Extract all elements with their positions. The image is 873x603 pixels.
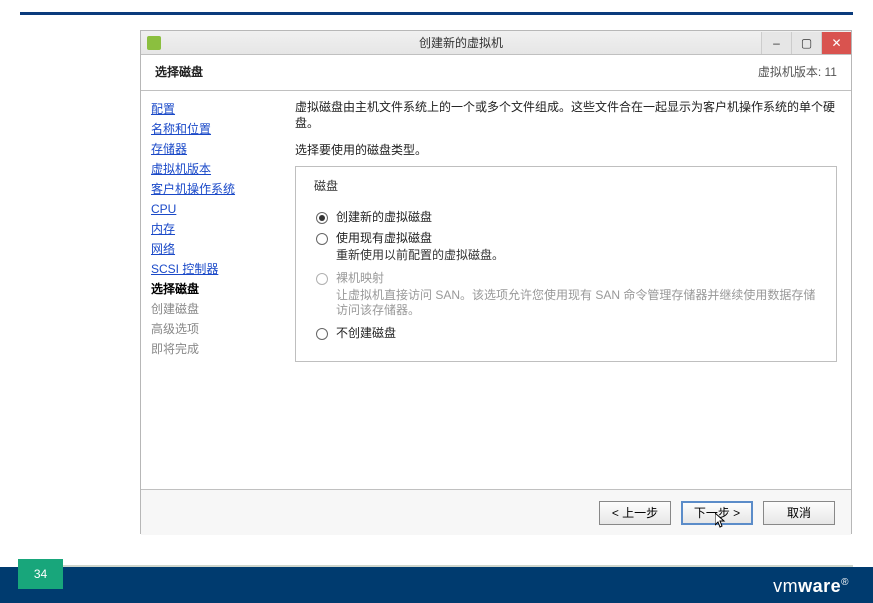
radio-label: 创建新的虚拟磁盘 [336,210,432,225]
next-button-label: 下一步 > [694,506,740,520]
radio-icon [316,233,328,245]
app-icon [147,36,161,50]
wizard-footer: < 上一步 下一步 > 取消 [141,489,851,535]
description-text: 虚拟磁盘由主机文件系统上的一个或多个文件组成。这些文件合在一起显示为客户机操作系… [295,99,837,131]
content-pane: 虚拟磁盘由主机文件系统上的一个或多个文件组成。这些文件合在一起显示为客户机操作系… [281,91,851,489]
maximize-button[interactable]: ▢ [791,32,821,54]
vmware-logo: vmware® [773,576,849,597]
slide-page-number: 34 [18,559,63,589]
minimize-button[interactable]: – [761,32,791,54]
sidebar-item-name[interactable]: 名称和位置 [147,119,275,139]
cancel-button[interactable]: 取消 [763,501,835,525]
slide-footer-bar: vmware® [0,567,873,603]
radio-label: 不创建磁盘 [336,326,396,341]
radio-create-new[interactable]: 创建新的虚拟磁盘 [316,210,822,225]
radio-icon [316,273,328,285]
radio-subtext: 重新使用以前配置的虚拟磁盘。 [336,248,822,263]
sidebar-item-vmversion[interactable]: 虚拟机版本 [147,159,275,179]
radio-label: 裸机映射 [336,271,384,286]
back-button[interactable]: < 上一步 [599,501,671,525]
wizard-steps-sidebar: 配置 名称和位置 存储器 虚拟机版本 客户机操作系统 CPU 内存 网络 SCS… [141,91,281,489]
close-button[interactable]: ✕ [821,32,851,54]
sidebar-item-cpu[interactable]: CPU [147,199,275,219]
groupbox-title: 磁盘 [310,177,342,194]
disk-groupbox: 磁盘 创建新的虚拟磁盘 使用现有虚拟磁盘 重新使用以前配置的虚拟磁盘。 裸机映射… [295,166,837,362]
sidebar-item-storage[interactable]: 存储器 [147,139,275,159]
sidebar-item-scsi[interactable]: SCSI 控制器 [147,259,275,279]
radio-label: 使用现有虚拟磁盘 [336,231,432,246]
radio-icon [316,212,328,224]
wizard-header: 选择磁盘 虚拟机版本: 11 [141,55,851,91]
next-button[interactable]: 下一步 > [681,501,753,525]
window-buttons: – ▢ ✕ [761,32,851,54]
dialog: 创建新的虚拟机 – ▢ ✕ 选择磁盘 虚拟机版本: 11 配置 名称和位置 存储… [140,30,852,534]
top-divider [20,12,853,15]
sidebar-item-memory[interactable]: 内存 [147,219,275,239]
titlebar: 创建新的虚拟机 – ▢ ✕ [141,31,851,55]
instruction-text: 选择要使用的磁盘类型。 [295,141,837,158]
radio-no-disk[interactable]: 不创建磁盘 [316,326,822,341]
brand-light: vm [773,576,798,596]
brand-bold: ware [798,576,841,596]
sidebar-item-network[interactable]: 网络 [147,239,275,259]
sidebar-item-advanced: 高级选项 [147,319,275,339]
vm-version-label: 虚拟机版本: 11 [758,63,837,80]
wizard-body: 配置 名称和位置 存储器 虚拟机版本 客户机操作系统 CPU 内存 网络 SCS… [141,91,851,489]
sidebar-item-guestos[interactable]: 客户机操作系统 [147,179,275,199]
registered-icon: ® [841,577,849,588]
sidebar-item-finish: 即将完成 [147,339,275,359]
sidebar-item-createdisk: 创建磁盘 [147,299,275,319]
radio-use-existing[interactable]: 使用现有虚拟磁盘 [316,231,822,246]
sidebar-item-config[interactable]: 配置 [147,99,275,119]
window-title: 创建新的虚拟机 [161,34,761,51]
page-title: 选择磁盘 [155,63,203,80]
radio-icon [316,328,328,340]
radio-subtext: 让虚拟机直接访问 SAN。该选项允许您使用现有 SAN 命令管理存储器并继续使用… [336,288,822,318]
radio-raw-mapping: 裸机映射 [316,271,822,286]
sidebar-item-selectdisk[interactable]: 选择磁盘 [147,279,275,299]
